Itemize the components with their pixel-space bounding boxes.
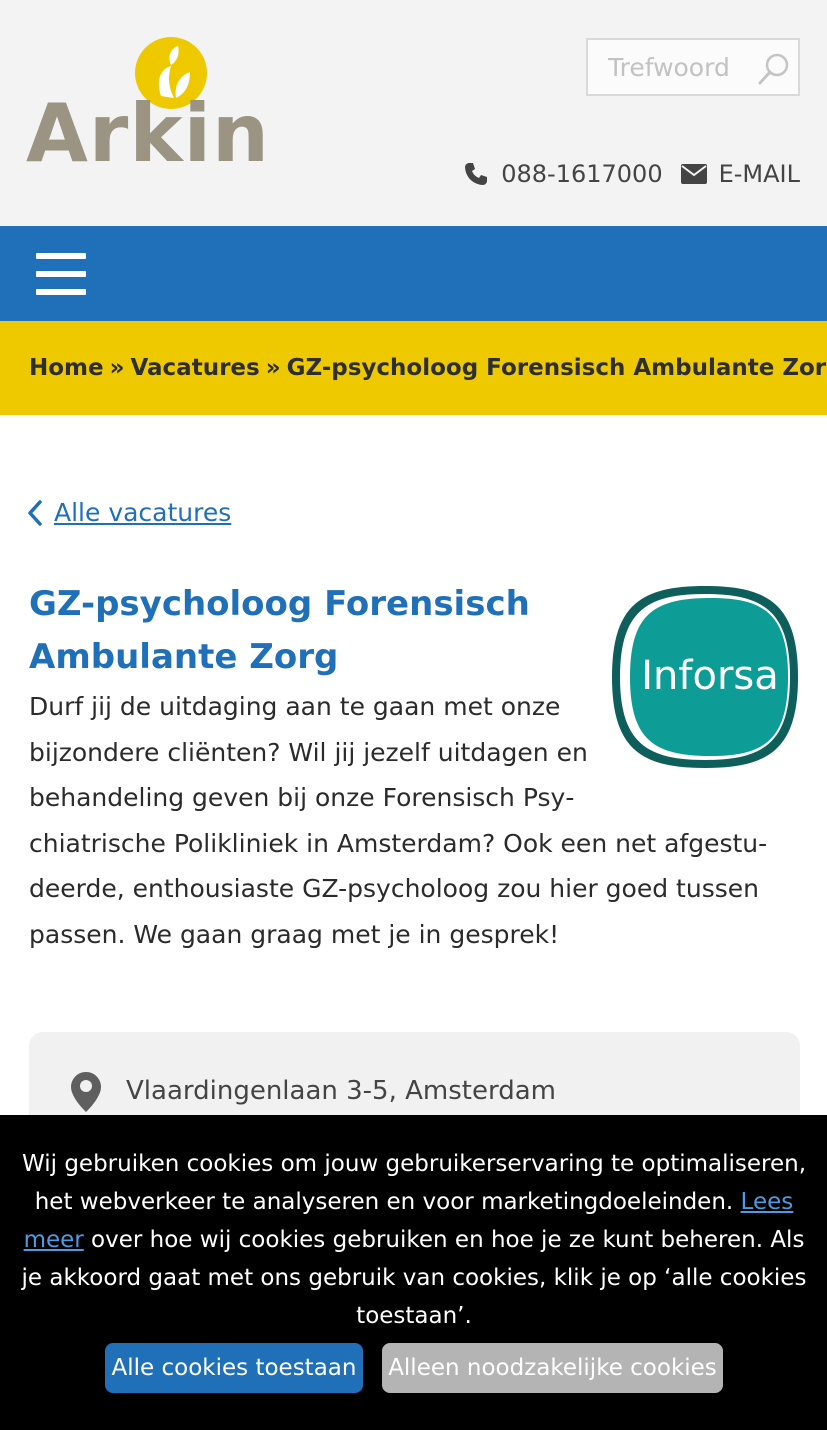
phone-link[interactable]: 088-1617000 xyxy=(463,160,663,188)
site-header: Arkin 088-1617000 E-MAIL xyxy=(0,0,827,226)
search-box xyxy=(586,38,800,96)
cookie-banner: Wij gebruiken cookies om jouw gebruikers… xyxy=(0,1115,827,1430)
phone-number: 088-1617000 xyxy=(501,160,663,188)
accept-all-cookies-button[interactable]: Alle cookies toestaan xyxy=(105,1343,363,1393)
breadcrumb-separator: » xyxy=(109,355,125,381)
all-vacancies-link[interactable]: Alle vacatures xyxy=(54,498,231,527)
cookie-text-before: Wij gebruiken cookies om jouw gebruikers… xyxy=(22,1151,806,1215)
search-icon[interactable] xyxy=(756,51,792,87)
envelope-icon xyxy=(680,164,707,184)
cookie-text-after: over hoe wij cookies gebruiken en hoe je… xyxy=(21,1227,807,1329)
search-input[interactable] xyxy=(588,40,758,94)
vacancy-title: GZ-psycholoog Forensisch Am­bulante Zorg xyxy=(29,584,530,677)
logo-text: Arkin xyxy=(26,87,270,180)
breadcrumb-separator: » xyxy=(265,355,281,381)
necessary-cookies-button[interactable]: Alleen noodzakelijke cookies xyxy=(382,1343,723,1393)
chevron-left-icon xyxy=(28,499,42,526)
contact-links: 088-1617000 E-MAIL xyxy=(463,158,800,190)
email-link[interactable]: E-MAIL xyxy=(680,160,800,188)
breadcrumb-vacatures[interactable]: Vacatures xyxy=(130,355,259,381)
email-label: E-MAIL xyxy=(718,160,800,188)
map-marker-icon xyxy=(71,1072,101,1112)
menu-icon[interactable] xyxy=(36,253,86,295)
breadcrumb-current: GZ-psycholoog Forensisch Ambulante Zorg xyxy=(286,355,827,381)
phone-icon xyxy=(465,163,488,185)
breadcrumb: Home » Vacatures » GZ-psycholoog Forensi… xyxy=(0,321,827,415)
vacancy-location: Vlaardingenlaan 3-5, Amsterdam xyxy=(126,1076,556,1106)
back-link[interactable]: Alle vacatures xyxy=(26,498,231,527)
main-navbar xyxy=(0,226,827,321)
arkin-logo[interactable]: Arkin xyxy=(26,36,269,176)
cookie-message: Wij gebruiken cookies om jouw gebruikers… xyxy=(14,1145,814,1335)
vacancy-description: Durf jij de uitdaging aan te gaan met on… xyxy=(29,684,799,958)
breadcrumb-home[interactable]: Home xyxy=(29,355,104,381)
